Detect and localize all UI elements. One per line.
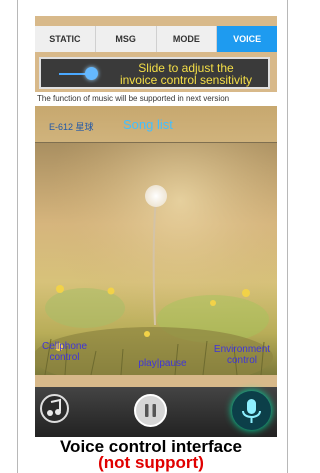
phone-screen: STATIC MSG MODE VOICE Slide to adjust th… bbox=[35, 16, 277, 437]
music-notice: The function of music will be supported … bbox=[35, 92, 277, 106]
slider-track bbox=[59, 73, 87, 75]
tab-bar: STATIC MSG MODE VOICE bbox=[35, 26, 277, 52]
control-bar bbox=[35, 387, 277, 437]
music-note-icon bbox=[47, 398, 61, 416]
play-pause-label: play|pause bbox=[138, 358, 187, 369]
cellphone-control-label: Cellphone control bbox=[42, 341, 87, 363]
cellphone-label-line1: Cellphone bbox=[42, 341, 88, 352]
song-list-link[interactable]: Song list bbox=[123, 117, 173, 132]
environment-label-line1: Environment bbox=[213, 344, 271, 355]
info-row: E-612 星球 Song list bbox=[35, 106, 277, 143]
environment-control-label: Environment control bbox=[207, 344, 277, 366]
slider-knob[interactable] bbox=[85, 67, 98, 80]
screenshot-frame: STATIC MSG MODE VOICE Slide to adjust th… bbox=[0, 0, 302, 473]
cellphone-label-line2: control bbox=[49, 352, 80, 363]
environment-label-line2: control bbox=[226, 355, 257, 366]
control-labels: Cellphone control play|pause Environment… bbox=[35, 341, 277, 383]
right-border-line bbox=[287, 0, 288, 473]
tab-msg[interactable]: MSG bbox=[96, 26, 157, 52]
play-pause-button[interactable] bbox=[134, 394, 167, 427]
tab-mode[interactable]: MODE bbox=[157, 26, 218, 52]
caption-warning: (not support) bbox=[98, 453, 204, 472]
microphone-icon bbox=[242, 399, 261, 423]
tab-static[interactable]: STATIC bbox=[35, 26, 96, 52]
tab-voice[interactable]: VOICE bbox=[217, 26, 277, 52]
slider-instruction: Slide to adjust the invoice control sens… bbox=[103, 62, 269, 86]
pause-icon bbox=[145, 404, 156, 417]
microphone-button[interactable] bbox=[232, 391, 271, 430]
figure-caption: Voice control interface (not support) bbox=[0, 438, 302, 472]
dandelion-seed-head bbox=[145, 185, 167, 207]
slider-text-line2: invoice control sensitivity bbox=[119, 73, 253, 87]
device-name: E-612 星球 bbox=[49, 122, 94, 132]
sensitivity-slider[interactable]: Slide to adjust the invoice control sens… bbox=[39, 57, 270, 89]
music-button[interactable] bbox=[40, 394, 69, 423]
left-border-line bbox=[17, 0, 18, 473]
